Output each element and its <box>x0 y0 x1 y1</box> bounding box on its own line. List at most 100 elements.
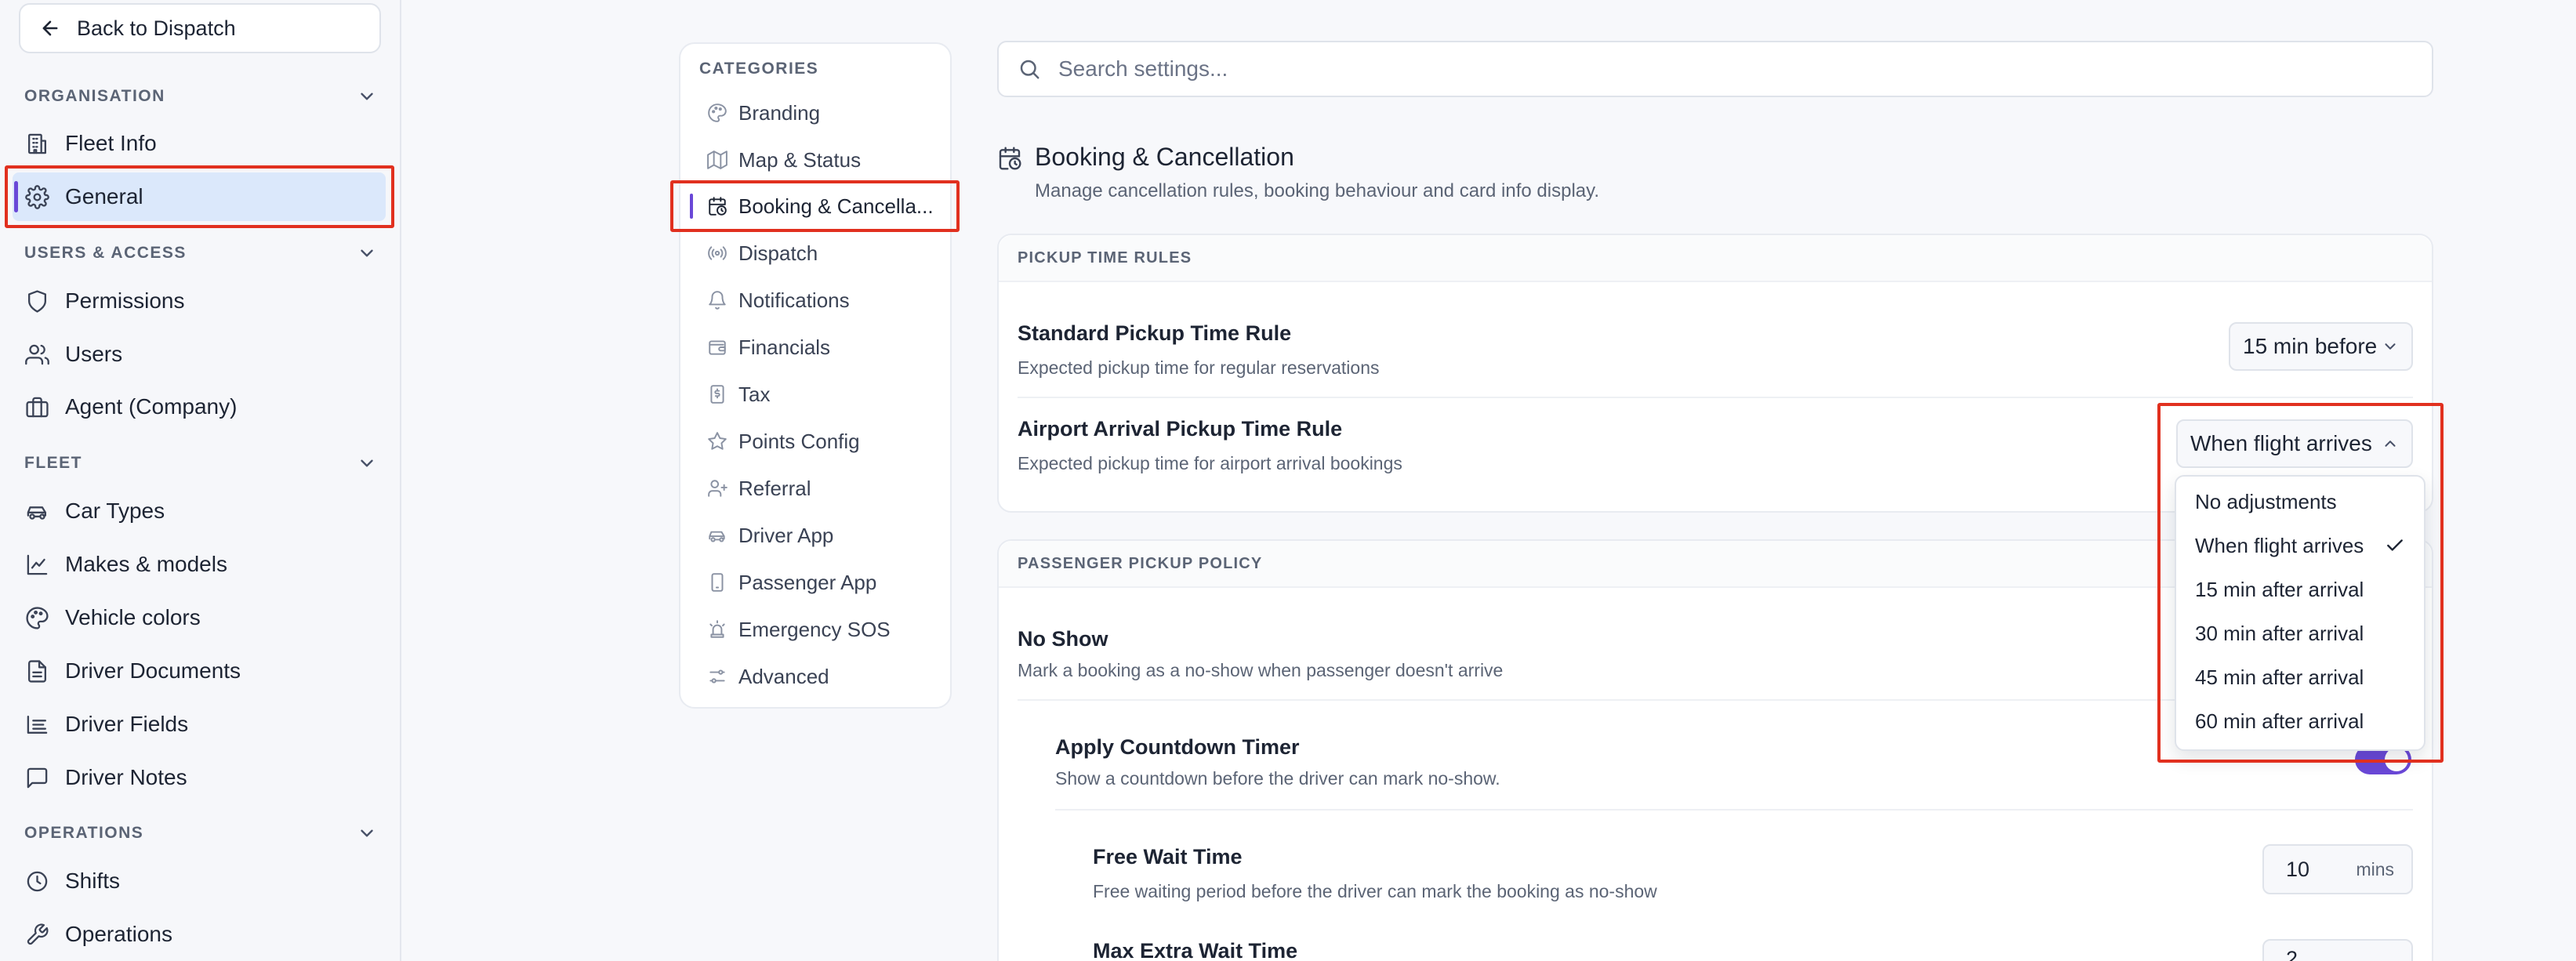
section-organisation-header[interactable]: ORGANISATION <box>24 82 377 111</box>
calendar-clock-icon <box>997 146 1022 171</box>
section-fleet-header[interactable]: FLEET <box>24 449 377 477</box>
sidebar-item-label: Fleet Info <box>65 131 157 155</box>
option-15-min-after-arrival[interactable]: 15 min after arrival <box>2176 568 2424 611</box>
divider <box>1018 397 2413 398</box>
section-users-access-header[interactable]: USERS & ACCESS <box>24 239 377 267</box>
siren-icon <box>707 619 727 640</box>
option-when-flight-arrives[interactable]: When flight arrives <box>2176 524 2424 568</box>
standard-pickup-title: Standard Pickup Time Rule <box>1018 321 1292 345</box>
standard-pickup-value: 15 min before <box>2243 334 2378 358</box>
option-45-min-after-arrival[interactable]: 45 min after arrival <box>2176 655 2424 699</box>
category-map-status[interactable]: Map & Status <box>685 140 947 180</box>
airport-pickup-dropdown: No adjustments When flight arrives 15 mi… <box>2175 475 2425 751</box>
note-icon <box>25 766 49 790</box>
sidebar-item-label: Users <box>65 342 123 366</box>
category-financials[interactable]: Financials <box>685 327 947 368</box>
section-operations-header[interactable]: OPERATIONS <box>24 819 377 847</box>
category-label: Dispatch <box>738 241 818 265</box>
search-icon <box>1018 57 1041 81</box>
sidebar-item-general[interactable]: General <box>13 172 386 221</box>
category-passenger-app[interactable]: Passenger App <box>685 562 947 603</box>
free-wait-input[interactable]: 10 mins <box>2262 844 2413 894</box>
search-input[interactable] <box>1058 56 2313 82</box>
airport-pickup-desc: Expected pickup time for airport arrival… <box>1018 453 1402 473</box>
sidebar-item-shifts[interactable]: Shifts <box>13 857 386 905</box>
no-show-desc: Mark a booking as a no-show when passeng… <box>1018 660 1504 680</box>
back-to-dispatch-label: Back to Dispatch <box>77 16 236 40</box>
sidebar-item-driver-documents[interactable]: Driver Documents <box>13 647 386 695</box>
categories-panel: CATEGORIES Branding Map & Status Booking… <box>679 42 952 709</box>
max-extra-wait-value: 2 <box>2286 947 2298 961</box>
sidebar-item-driver-notes[interactable]: Driver Notes <box>13 753 386 802</box>
category-label: Financials <box>738 335 831 359</box>
sidebar-item-label: Operations <box>65 922 172 946</box>
category-label: Notifications <box>738 288 850 312</box>
category-tax[interactable]: Tax <box>685 374 947 415</box>
category-emergency-sos[interactable]: Emergency SOS <box>685 609 947 650</box>
option-label: 45 min after arrival <box>2195 665 2364 689</box>
category-label: Passenger App <box>738 570 877 594</box>
category-label: Points Config <box>738 429 860 453</box>
airport-pickup-select[interactable]: When flight arrives <box>2176 419 2413 468</box>
receipt-icon <box>707 384 727 404</box>
sidebar-item-operations[interactable]: Operations <box>13 910 386 959</box>
option-label: No adjustments <box>2195 489 2337 513</box>
countdown-timer-desc: Show a countdown before the driver can m… <box>1055 768 1500 789</box>
sidebar-item-label: Driver Fields <box>65 712 189 736</box>
settings-search[interactable] <box>997 41 2433 97</box>
back-to-dispatch-button[interactable]: Back to Dispatch <box>19 3 381 53</box>
category-notifications[interactable]: Notifications <box>685 280 947 321</box>
category-advanced[interactable]: Advanced <box>685 656 947 697</box>
chevron-down-icon <box>2382 338 2399 355</box>
document-icon <box>25 659 49 684</box>
category-label: Advanced <box>738 664 829 688</box>
sidebar-item-makes-models[interactable]: Makes & models <box>13 540 386 589</box>
palette-icon <box>707 103 727 123</box>
sidebar-item-label: Makes & models <box>65 552 227 576</box>
settings-sidebar: Back to Dispatch ORGANISATION Fleet Info… <box>0 0 401 961</box>
category-dispatch[interactable]: Dispatch <box>685 233 947 274</box>
sidebar-item-fleet-info[interactable]: Fleet Info <box>13 119 386 168</box>
option-30-min-after-arrival[interactable]: 30 min after arrival <box>2176 611 2424 655</box>
option-no-adjustments[interactable]: No adjustments <box>2176 480 2424 524</box>
sidebar-item-users[interactable]: Users <box>13 330 386 379</box>
chevron-down-icon <box>357 243 377 263</box>
check-icon <box>2385 535 2405 556</box>
standard-pickup-select[interactable]: 15 min before <box>2229 322 2413 371</box>
sidebar-item-label: Car Types <box>65 499 165 523</box>
section-operations-title: OPERATIONS <box>24 824 144 842</box>
max-extra-wait-input[interactable]: 2 <box>2262 939 2413 961</box>
divider <box>1055 809 2413 811</box>
category-label: Driver App <box>738 523 834 547</box>
category-points-config[interactable]: Points Config <box>685 421 947 462</box>
car-icon <box>707 525 727 546</box>
category-branding[interactable]: Branding <box>685 92 947 133</box>
standard-pickup-desc: Expected pickup time for regular reserva… <box>1018 357 1380 378</box>
section-fleet-title: FLEET <box>24 454 82 472</box>
airport-pickup-title: Airport Arrival Pickup Time Rule <box>1018 417 1343 441</box>
category-driver-app[interactable]: Driver App <box>685 515 947 556</box>
category-booking-cancellation[interactable]: Booking & Cancella... <box>685 186 947 227</box>
bell-icon <box>707 290 727 310</box>
sidebar-item-label: Vehicle colors <box>65 605 201 629</box>
sidebar-item-label: Agent (Company) <box>65 394 238 419</box>
sliders-icon <box>707 666 727 687</box>
option-label: When flight arrives <box>2195 533 2364 557</box>
phone-icon <box>707 572 727 593</box>
list-icon <box>25 713 49 737</box>
chevron-down-icon <box>357 823 377 843</box>
sidebar-item-agent-company[interactable]: Agent (Company) <box>13 383 386 431</box>
clock-icon <box>25 869 49 894</box>
radio-icon <box>707 243 727 263</box>
sidebar-item-driver-fields[interactable]: Driver Fields <box>13 700 386 749</box>
category-referral[interactable]: Referral <box>685 468 947 509</box>
chart-icon <box>25 553 49 577</box>
option-60-min-after-arrival[interactable]: 60 min after arrival <box>2176 699 2424 743</box>
sidebar-item-vehicle-colors[interactable]: Vehicle colors <box>13 593 386 642</box>
free-wait-value: 10 <box>2286 857 2310 881</box>
sidebar-item-car-types[interactable]: Car Types <box>13 487 386 535</box>
page-subtitle: Manage cancellation rules, booking behav… <box>1035 180 1600 201</box>
toggle-knob <box>2385 748 2408 771</box>
sidebar-item-permissions[interactable]: Permissions <box>13 277 386 325</box>
gear-icon <box>25 184 49 209</box>
